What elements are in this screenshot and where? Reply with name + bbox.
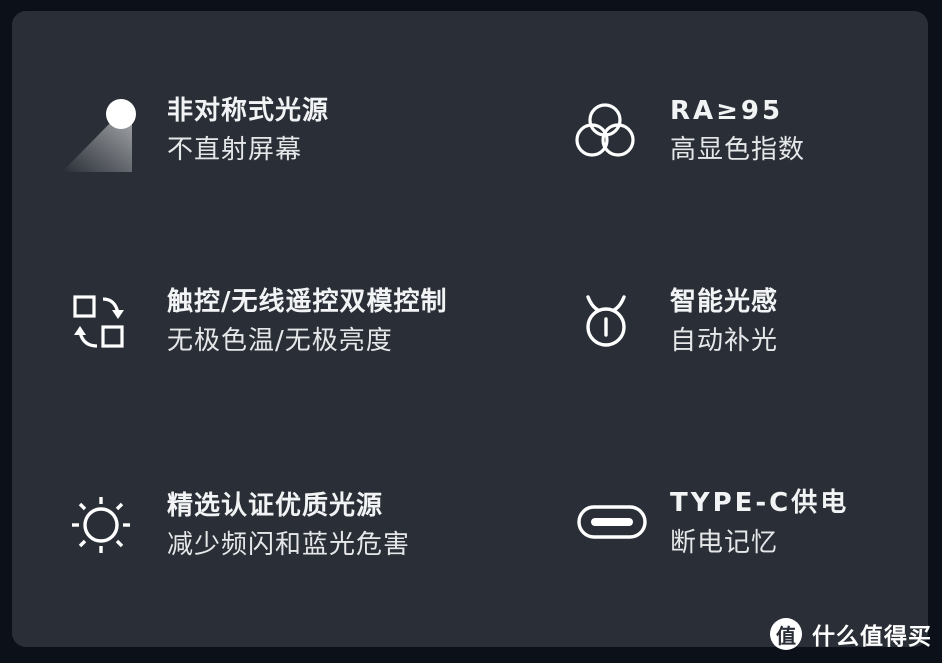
watermark: 值 什么值得买: [770, 617, 932, 651]
feature-title: 非对称式光源: [167, 96, 330, 126]
feature-subtitle: 减少频闪和蓝光危害: [167, 530, 411, 560]
switch-control-icon: [70, 293, 130, 351]
feature-subtitle: 无极色温/无极亮度: [167, 326, 393, 356]
feature-title: 触控/无线遥控双模控制: [167, 287, 448, 317]
feature-subtitle: 断电记忆: [670, 528, 779, 558]
feature-title: 精选认证优质光源: [167, 491, 384, 521]
feature-subtitle: 高显色指数: [670, 135, 806, 165]
feature-panel: [12, 11, 928, 647]
feature-subtitle: 自动补光: [670, 326, 779, 356]
spotlight-icon: [60, 92, 144, 182]
feature-subtitle: 不直射屏幕: [167, 135, 303, 165]
feature-title: 智能光感: [670, 287, 779, 317]
usb-c-port-icon: [577, 504, 647, 540]
light-sensor-icon: [580, 293, 632, 349]
watermark-text: 什么值得买: [812, 624, 932, 650]
watermark-logo-icon: 值: [770, 618, 802, 650]
color-circles-icon: [572, 100, 638, 160]
feature-title: TYPE-C供电: [670, 488, 850, 518]
sun-icon: [70, 494, 132, 556]
feature-title: RA≥95: [670, 96, 784, 126]
